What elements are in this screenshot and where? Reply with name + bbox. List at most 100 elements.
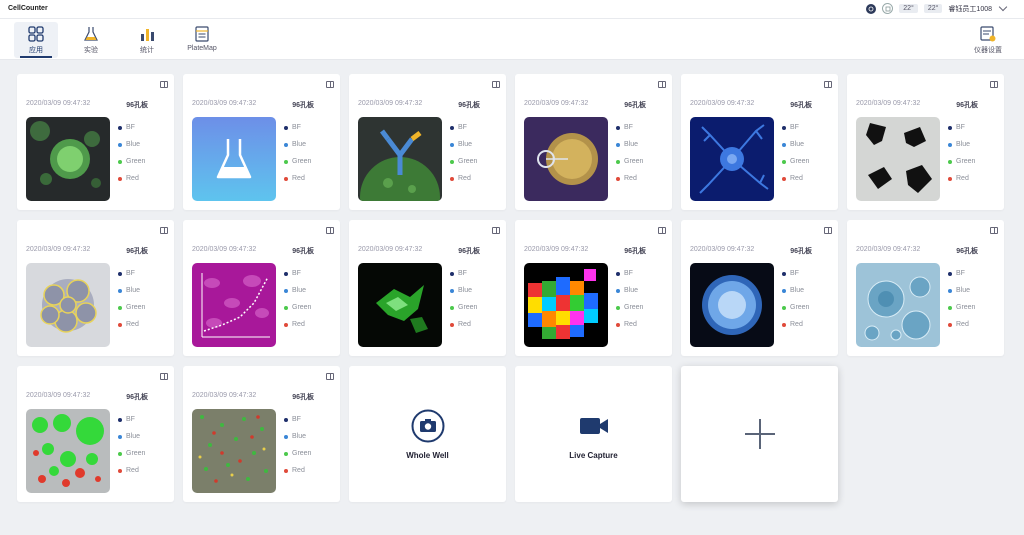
channel-dot-icon <box>450 159 454 164</box>
card-plate-type: 96孔板 <box>126 248 148 255</box>
instrument-settings[interactable]: 仪器设置 <box>966 22 1010 58</box>
card-plate-type: 96孔板 <box>458 248 480 255</box>
app-card-11[interactable]: 2020/03/09 09:47:32 96孔板 BF Blue Green Red <box>681 220 838 356</box>
card-date: 2020/03/09 09:47:32 <box>192 246 257 253</box>
card-date: 2020/03/09 09:47:32 <box>856 100 921 107</box>
tab-experiments[interactable]: 实验 <box>69 22 113 58</box>
app-card-12[interactable]: 2020/03/09 09:47:32 96孔板 BF Blue Green Red <box>847 220 1004 356</box>
card-date: 2020/03/09 09:47:32 <box>358 246 423 253</box>
app-card-6[interactable]: 2020/03/09 09:47:32 96孔板 BF Blue Green Red <box>847 74 1004 210</box>
apps-grid-icon <box>28 26 44 42</box>
chevron-down-icon[interactable] <box>998 2 1008 12</box>
channel-label: BF <box>126 270 135 277</box>
card-menu-icon[interactable] <box>326 373 334 380</box>
tab-statistics[interactable]: 统计 <box>125 22 169 58</box>
card-menu-icon[interactable] <box>492 81 500 88</box>
card-menu-icon[interactable] <box>326 81 334 88</box>
app-card-5[interactable]: 2020/03/09 09:47:32 96孔板 BF Blue Green Red <box>681 74 838 210</box>
app-card-7[interactable]: 2020/03/09 09:47:32 96孔板 BF Blue Green Red <box>17 220 174 356</box>
tab-platemap[interactable]: PlateMap <box>180 22 224 58</box>
channel-dot-icon <box>118 468 122 473</box>
user-name[interactable]: 睿钰员工1008 <box>948 4 992 14</box>
card-plate-type: 96孔板 <box>624 102 646 109</box>
app-card-14[interactable]: 2020/03/09 09:47:32 96孔板 BF Blue Green Red <box>183 366 340 502</box>
channel-bf: BF <box>948 265 975 282</box>
channel-red: Red <box>948 316 975 333</box>
channel-label: Blue <box>624 287 639 294</box>
card-plate-type: 96孔板 <box>790 102 812 109</box>
blue-cell-thumbnail <box>690 263 774 347</box>
network-icon[interactable] <box>866 3 877 14</box>
tab-apps[interactable]: 应用 <box>14 22 58 58</box>
app-card-10[interactable]: 2020/03/09 09:47:32 96孔板 BF Blue Green Red <box>515 220 672 356</box>
channel-green: Green <box>782 153 809 170</box>
channel-list: BF Blue Green Red <box>118 411 145 479</box>
channel-green: Green <box>450 153 477 170</box>
app-card-8[interactable]: 2020/03/09 09:47:32 96孔板 BF Blue Green Red <box>183 220 340 356</box>
card-menu-icon[interactable] <box>990 81 998 88</box>
app-grid: 2020/03/09 09:47:32 96孔板 BF Blue Green Red … <box>17 74 1004 502</box>
tab-statistics-label: 统计 <box>140 47 154 54</box>
card-menu-icon[interactable] <box>658 81 666 88</box>
channel-label: Green <box>790 304 810 311</box>
card-menu-icon[interactable] <box>326 227 334 234</box>
channel-dot-icon <box>284 468 288 473</box>
channel-blue: Blue <box>450 136 477 153</box>
status-area: 22° 22° 睿钰员工1008 <box>866 2 1008 14</box>
card-menu-icon[interactable] <box>160 81 168 88</box>
card-date: 2020/03/09 09:47:32 <box>690 100 755 107</box>
add-card-button[interactable] <box>681 366 838 502</box>
channel-label: Blue <box>790 141 805 148</box>
flask-thumbnail <box>192 117 276 201</box>
channel-list: BF Blue Green Red <box>948 119 975 187</box>
channel-green: Green <box>284 299 311 316</box>
channel-red: Red <box>284 316 311 333</box>
channel-dot-icon <box>616 322 620 327</box>
channel-dot-icon <box>118 305 122 310</box>
channel-dot-icon <box>450 125 454 130</box>
app-card-13[interactable]: 2020/03/09 09:47:32 96孔板 BF Blue Green Red <box>17 366 174 502</box>
channel-dot-icon <box>948 305 952 310</box>
app-card-4[interactable]: 2020/03/09 09:47:32 96孔板 BF Blue Green Red <box>515 74 672 210</box>
channel-dot-icon <box>450 142 454 147</box>
app-card-3[interactable]: 2020/03/09 09:47:32 96孔板 BF Blue Green Red <box>349 74 506 210</box>
app-card-1[interactable]: 2020/03/09 09:47:32 96孔板 BF Blue Green Red <box>17 74 174 210</box>
live-capture-card[interactable]: Live Capture <box>515 366 672 502</box>
channel-dot-icon <box>284 271 288 276</box>
channel-label: Red <box>292 321 305 328</box>
black-blobs-thumbnail <box>856 117 940 201</box>
channel-label: Red <box>126 467 139 474</box>
device-icon[interactable] <box>882 3 894 14</box>
card-menu-icon[interactable] <box>824 81 832 88</box>
channel-bf: BF <box>782 265 809 282</box>
channel-blue: Blue <box>616 282 643 299</box>
card-menu-icon[interactable] <box>824 227 832 234</box>
channel-dot-icon <box>616 125 620 130</box>
channel-dot-icon <box>948 176 952 181</box>
channel-blue: Blue <box>782 282 809 299</box>
channel-label: BF <box>790 270 799 277</box>
channel-dot-icon <box>450 271 454 276</box>
whole-well-card[interactable]: Whole Well <box>349 366 506 502</box>
card-menu-icon[interactable] <box>990 227 998 234</box>
channel-green: Green <box>782 299 809 316</box>
channel-list: BF Blue Green Red <box>118 119 145 187</box>
channel-label: BF <box>624 270 633 277</box>
app-card-2[interactable]: 2020/03/09 09:47:32 96孔板 BF Blue Green Red <box>183 74 340 210</box>
top-bar: CellCounter 22° 22° 睿钰员工1008 <box>0 0 1024 19</box>
card-menu-icon[interactable] <box>160 373 168 380</box>
card-date: 2020/03/09 09:47:32 <box>856 246 921 253</box>
channel-dot-icon <box>948 159 952 164</box>
card-menu-icon[interactable] <box>160 227 168 234</box>
card-menu-icon[interactable] <box>658 227 666 234</box>
channel-label: Green <box>956 304 976 311</box>
channel-list: BF Blue Green Red <box>616 265 643 333</box>
card-menu-icon[interactable] <box>492 227 500 234</box>
card-plate-type: 96孔板 <box>790 248 812 255</box>
channel-bf: BF <box>118 265 145 282</box>
channel-dot-icon <box>118 434 122 439</box>
channel-green: Green <box>948 153 975 170</box>
channel-blue: Blue <box>948 136 975 153</box>
channel-dot-icon <box>782 288 786 293</box>
app-card-9[interactable]: 2020/03/09 09:47:32 96孔板 BF Blue Green Red <box>349 220 506 356</box>
